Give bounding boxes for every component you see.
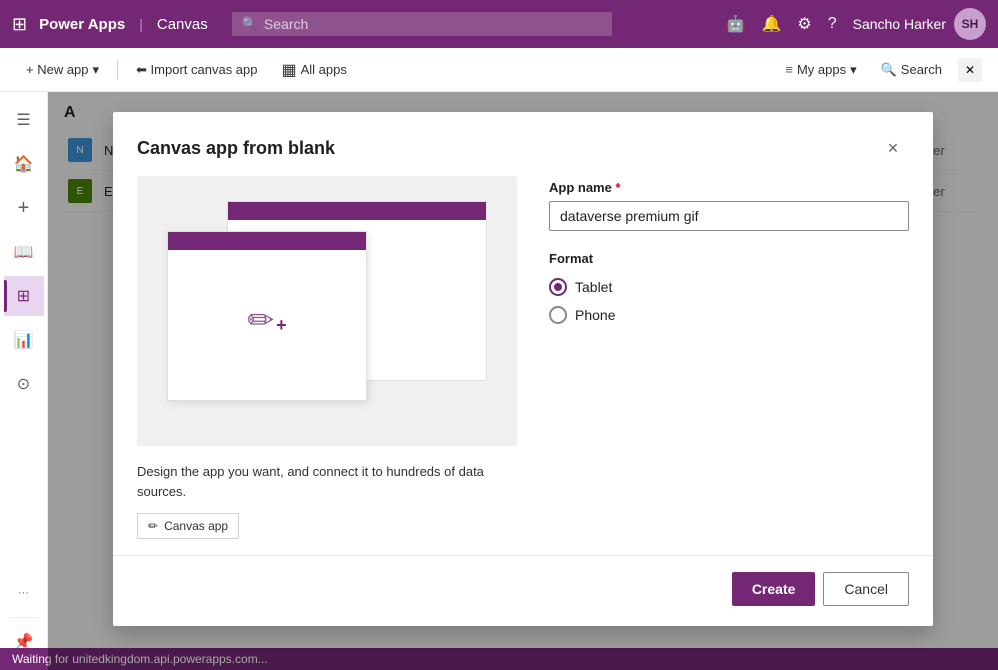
user-menu[interactable]: Sancho Harker SH — [853, 8, 986, 40]
required-marker: * — [612, 180, 621, 195]
list-icon: ≡ — [785, 62, 793, 77]
sidebar-item-monitor[interactable]: ⊙ — [4, 364, 44, 404]
modal-title: Canvas app from blank — [137, 138, 335, 159]
toolbar-separator — [117, 60, 118, 80]
sidebar-item-more[interactable]: ··· — [4, 573, 44, 613]
all-apps-icon: ▦ — [282, 60, 297, 80]
main-layout: ☰ 🏠 + 📖 ⊞ 📊 ⊙ ··· 📌 A N Net Gross Price … — [0, 92, 998, 670]
preview-illustration: ✏ + — [167, 201, 487, 421]
toolbar-search-icon: 🔍 — [881, 62, 897, 78]
toolbar-search-button[interactable]: 🔍 Search — [873, 58, 950, 82]
format-label: Format — [549, 251, 909, 266]
chevron-down-icon: ▾ — [93, 62, 100, 78]
new-app-button[interactable]: + New app ▾ — [16, 56, 109, 84]
preview-icon-area: ✏ + — [168, 250, 366, 390]
all-apps-button[interactable]: ▦ All apps — [272, 54, 357, 86]
format-tablet-option[interactable]: Tablet — [549, 278, 909, 296]
app-name-input[interactable] — [549, 201, 909, 231]
sidebar-item-home[interactable]: 🏠 — [4, 144, 44, 184]
my-apps-button[interactable]: ≡ My apps ▾ — [777, 58, 864, 82]
import-label: ⬅ Import canvas app — [136, 62, 257, 78]
plus-icon: + — [276, 315, 287, 336]
preview-fg-window: ✏ + — [167, 231, 367, 401]
sidebar-divider — [9, 617, 39, 618]
modal-close-button[interactable]: × — [877, 132, 909, 164]
modal-header: Canvas app from blank × — [113, 112, 933, 176]
gear-icon[interactable]: ⚙ — [797, 14, 811, 34]
sidebar-item-data[interactable]: 📊 — [4, 320, 44, 360]
robot-icon[interactable]: 🤖 — [726, 14, 746, 34]
all-apps-label: All apps — [301, 62, 347, 77]
tablet-label: Tablet — [575, 279, 612, 295]
create-button[interactable]: Create — [732, 572, 816, 606]
preview-bg-bar — [228, 202, 486, 220]
app-name-label: App name * — [549, 180, 909, 195]
nav-right-icons: 🤖 🔔 ⚙ ? Sancho Harker SH — [726, 8, 986, 40]
new-app-label: + New app — [26, 62, 89, 77]
sidebar-item-learn[interactable]: 📖 — [4, 232, 44, 272]
modal-backdrop: Canvas app from blank × — [48, 92, 998, 670]
my-apps-label: My apps — [797, 62, 846, 77]
sidebar: ☰ 🏠 + 📖 ⊞ 📊 ⊙ ··· 📌 — [0, 92, 48, 670]
format-radio-group: Tablet Phone — [549, 278, 909, 324]
toolbar-search-label: Search — [901, 62, 942, 77]
phone-radio-button[interactable] — [549, 306, 567, 324]
top-navbar: ⊞ Power Apps | Canvas 🔍 🤖 🔔 ⚙ ? Sancho H… — [0, 0, 998, 48]
top-search-box[interactable]: 🔍 — [232, 12, 612, 36]
search-icon: 🔍 — [242, 16, 258, 32]
sidebar-item-menu[interactable]: ☰ — [4, 100, 44, 140]
phone-label: Phone — [575, 307, 615, 323]
nav-subtitle: Canvas — [157, 16, 208, 33]
toolbar-right: ≡ My apps ▾ 🔍 Search ✕ — [777, 58, 982, 82]
canvas-tag-icon: ✏ — [148, 519, 158, 533]
bell-icon[interactable]: 🔔 — [761, 14, 781, 34]
waffle-icon[interactable]: ⊞ — [12, 14, 27, 35]
sidebar-item-apps[interactable]: ⊞ — [4, 276, 44, 316]
pencil-icon: ✏ — [247, 301, 274, 339]
canvas-tag-label: Canvas app — [164, 519, 228, 533]
app-preview-image: ✏ + — [137, 176, 517, 446]
import-button[interactable]: ⬅ Import canvas app — [126, 56, 267, 84]
modal-footer: Create Cancel — [113, 555, 933, 626]
modal-description: Design the app you want, and connect it … — [137, 462, 517, 501]
modal-body: ✏ + Design the app you want, and connect… — [113, 176, 933, 555]
modal-right-panel: App name * Format Tablet Phone — [549, 176, 909, 539]
search-input[interactable] — [264, 16, 602, 32]
sidebar-item-create[interactable]: + — [4, 188, 44, 228]
toolbar-close-button[interactable]: ✕ — [958, 58, 982, 82]
modal-left-panel: ✏ + Design the app you want, and connect… — [137, 176, 517, 539]
brand-divider: | — [139, 16, 143, 32]
preview-fg-bar — [168, 232, 366, 250]
canvas-app-modal: Canvas app from blank × — [113, 112, 933, 626]
avatar: SH — [954, 8, 986, 40]
main-content: A N Net Gross Price ··· 2 wk ago Sancho … — [48, 92, 998, 670]
cancel-button[interactable]: Cancel — [823, 572, 909, 606]
tablet-radio-button[interactable] — [549, 278, 567, 296]
my-apps-chevron: ▾ — [850, 62, 857, 78]
secondary-toolbar: + New app ▾ ⬅ Import canvas app ▦ All ap… — [0, 48, 998, 92]
help-icon[interactable]: ? — [828, 15, 837, 33]
format-phone-option[interactable]: Phone — [549, 306, 909, 324]
canvas-app-tag[interactable]: ✏ Canvas app — [137, 513, 239, 539]
brand-label: Power Apps — [39, 16, 125, 33]
user-name: Sancho Harker — [853, 16, 946, 32]
